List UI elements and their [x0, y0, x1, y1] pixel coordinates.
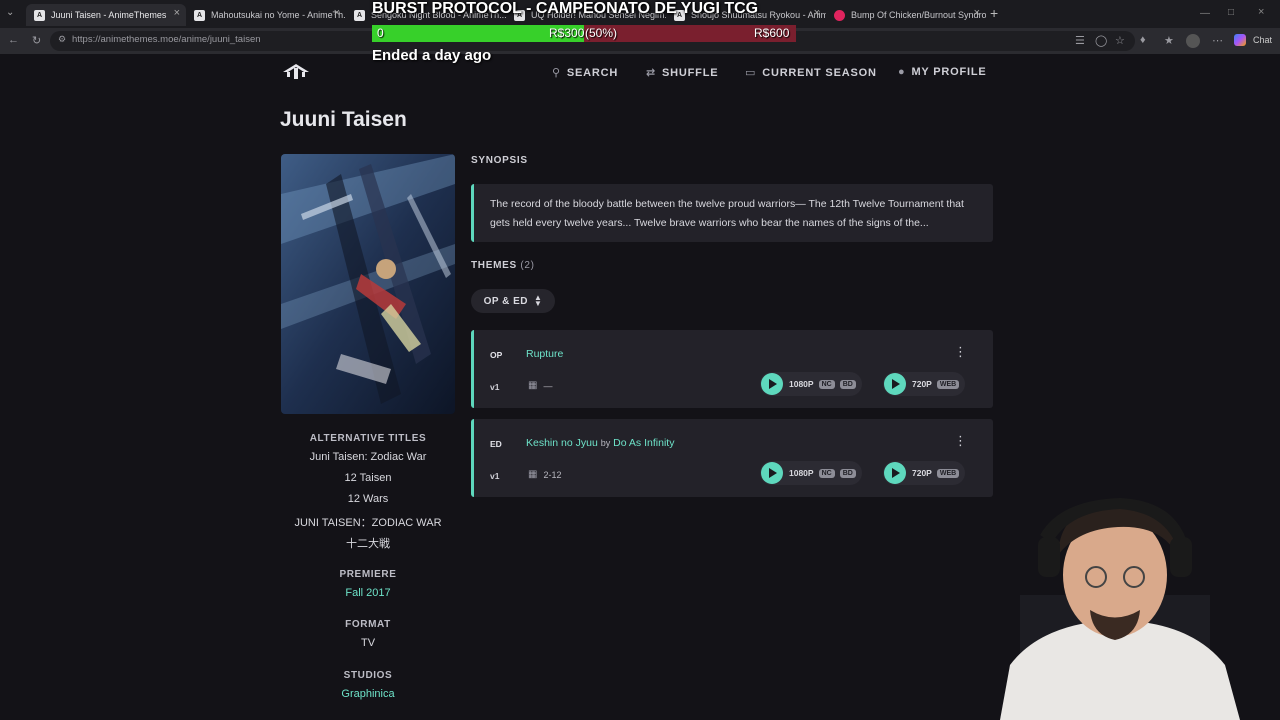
themes-count: (2) — [520, 260, 535, 271]
copilot-icon[interactable] — [1234, 34, 1246, 46]
maximize-icon[interactable]: □ — [1228, 7, 1234, 18]
donation-goal-bar: 0 R$300 (50%) R$600 — [372, 25, 796, 42]
sort-arrows-icon: ▲ ▼ — [534, 293, 543, 308]
format-label: FORMAT — [345, 619, 391, 630]
webcam-overlay — [1000, 495, 1280, 720]
song-title-link[interactable]: Rupture — [526, 348, 563, 360]
tab-close-icon[interactable]: × — [334, 7, 340, 19]
theme-type: ED — [490, 439, 502, 449]
synopsis-text: The record of the bloody battle between … — [490, 198, 964, 229]
alt-title: 12 Taisen — [344, 472, 392, 484]
synopsis-box[interactable]: The record of the bloody battle between … — [471, 184, 993, 242]
video-1080p-button[interactable]: 1080P NC BD — [760, 461, 862, 485]
studio-link[interactable]: Graphinica — [280, 688, 456, 700]
youtube-favicon-icon — [834, 9, 845, 21]
play-icon — [884, 462, 906, 484]
monitor-icon: ▭ — [745, 67, 757, 79]
donation-goal-start: 0 — [377, 26, 384, 40]
tab-close-icon[interactable]: × — [814, 7, 820, 19]
by-label: by — [600, 438, 611, 448]
shuffle-icon: ⇄ — [646, 67, 657, 79]
artist-link[interactable]: Do As Infinity — [613, 437, 674, 449]
tag-nc: NC — [818, 379, 835, 389]
alt-title: 12 Wars — [347, 493, 389, 505]
profile-avatar[interactable] — [1186, 34, 1200, 48]
nav-my-profile[interactable]: ● MY PROFILE — [898, 66, 986, 78]
episode-range: ▦ — — [528, 380, 553, 391]
more-options-icon[interactable]: ⋮ — [954, 433, 967, 449]
themes-heading: THEMES (2) — [471, 260, 535, 271]
format-value: TV — [360, 637, 376, 649]
theme-type: OP — [490, 350, 503, 360]
tab-juuni-taisen[interactable]: A Juuni Taisen - AnimeThemes × — [26, 4, 186, 26]
new-tab-icon[interactable]: + — [990, 5, 998, 21]
alt-title: JUNI TAISEN：ZODIAC WAR — [294, 517, 442, 529]
nav-shuffle[interactable]: ⇄ SHUFFLE — [646, 66, 718, 80]
translate-icon[interactable]: ☰ — [1075, 34, 1085, 47]
song-title: Keshin no Jyuu by Do As Infinity — [526, 437, 674, 449]
play-icon — [884, 373, 906, 395]
search-icon: ⚲ — [552, 67, 561, 79]
donation-goal-current: R$300 — [549, 26, 585, 40]
tag-bd: BD — [839, 468, 856, 478]
tag-web: WEB — [936, 468, 960, 478]
film-icon: ▦ — [528, 469, 538, 480]
video-1080p-button[interactable]: 1080P NC BD — [760, 372, 862, 396]
video-720p-button[interactable]: 720P WEB — [883, 372, 966, 396]
studios-label: STUDIOS — [343, 670, 393, 681]
favorites-icon[interactable]: ★ — [1164, 34, 1174, 47]
nav-current-season[interactable]: ▭ CURRENT SEASON — [745, 66, 877, 80]
donation-goal-target: R$600 — [754, 26, 790, 40]
theme-card-op: OP Rupture ⋮ v1 ▦ — 1080P NC BD 720P WEB — [471, 330, 993, 408]
bookmark-star-icon[interactable]: ☆ — [1115, 34, 1125, 47]
back-icon[interactable]: ← — [8, 34, 19, 46]
more-options-icon[interactable]: ⋮ — [954, 344, 967, 360]
animethemes-favicon-icon: A — [194, 9, 205, 21]
synopsis-heading: SYNOPSIS — [471, 155, 528, 166]
tab-close-icon[interactable]: × — [174, 7, 180, 19]
anime-cover-image — [281, 154, 455, 414]
play-icon — [761, 373, 783, 395]
tag-bd: BD — [839, 379, 856, 389]
theme-card-ed: ED Keshin no Jyuu by Do As Infinity ⋮ v1… — [471, 419, 993, 497]
extension-icon[interactable]: ◯ — [1095, 34, 1107, 47]
menu-dots-icon[interactable]: ⋯ — [1212, 34, 1223, 47]
premiere-label: PREMIERE — [339, 569, 397, 580]
animethemes-favicon-icon: A — [354, 9, 365, 21]
film-icon: ▦ — [528, 380, 538, 391]
reload-icon[interactable]: ↻ — [32, 34, 41, 47]
theme-version: v1 — [490, 382, 500, 392]
donation-goal-title: BURST PROTOCOL - CAMPEONATO DE YUGI TCG — [372, 0, 759, 17]
url-text[interactable]: https://animethemes.moe/anime/juuni_tais… — [72, 34, 261, 45]
user-icon: ● — [898, 66, 906, 78]
chat-button[interactable]: Chat — [1253, 35, 1272, 45]
animethemes-logo[interactable] — [281, 62, 311, 80]
tab-bump-of-chicken[interactable]: Bump Of Chicken/Burnout Syndro... × — [826, 4, 986, 26]
donation-goal-status: Ended a day ago — [372, 47, 492, 64]
donation-goal-percent: (50%) — [585, 26, 618, 40]
episode-range: ▦ 2-12 — [528, 469, 562, 480]
tag-nc: NC — [818, 468, 835, 478]
minimize-icon[interactable]: — — [1200, 8, 1210, 19]
theme-filter-select[interactable]: OP & ED ▲ ▼ — [471, 289, 555, 313]
alt-title: Juni Taisen: Zodiac War — [309, 451, 427, 463]
animethemes-favicon-icon: A — [34, 9, 45, 21]
tag-web: WEB — [936, 379, 960, 389]
tab-mahoutsukai[interactable]: A Mahoutsukai no Yome - AnimeTh... × — [186, 4, 346, 26]
anime-title: Juuni Taisen — [280, 108, 407, 131]
puzzle-icon[interactable]: ♦ — [1140, 34, 1146, 46]
tab-list-icon[interactable]: ⌄ — [6, 7, 14, 18]
alt-title: 十二大戦 — [346, 538, 390, 550]
alt-titles-label: ALTERNATIVE TITLES — [309, 433, 427, 444]
site-info-icon[interactable]: ⚙ — [58, 34, 66, 45]
video-720p-button[interactable]: 720P WEB — [883, 461, 966, 485]
premiere-link[interactable]: Fall 2017 — [280, 587, 456, 599]
tab-close-icon[interactable]: × — [974, 7, 980, 19]
close-window-icon[interactable]: × — [1258, 6, 1264, 18]
play-icon — [761, 462, 783, 484]
theme-version: v1 — [490, 471, 500, 481]
nav-search[interactable]: ⚲ SEARCH — [552, 66, 618, 80]
song-title-link[interactable]: Keshin no Jyuu — [526, 437, 598, 449]
